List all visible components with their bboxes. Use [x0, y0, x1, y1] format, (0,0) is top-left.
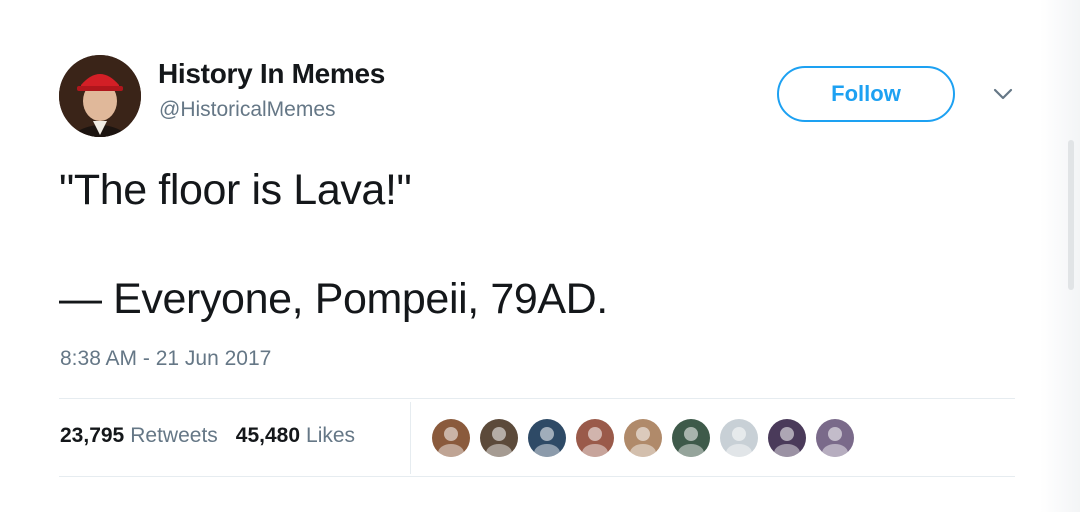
profile-avatar[interactable] [59, 55, 141, 137]
stats-divider-bottom [59, 476, 1015, 477]
likes-stat[interactable]: 45,480 Likes [236, 424, 355, 448]
user-avatar-icon [576, 419, 614, 457]
user-avatar-icon [528, 419, 566, 457]
retweets-stat[interactable]: 23,795 Retweets [60, 424, 218, 448]
likes-count: 45,480 [235, 424, 301, 447]
stats-divider-top [59, 398, 1015, 399]
retweets-count: 23,795 [60, 424, 125, 447]
liker-avatar-1[interactable] [430, 417, 472, 459]
user-avatar-icon [480, 419, 518, 457]
liker-avatar-6[interactable] [670, 417, 712, 459]
user-avatar-icon [816, 419, 854, 457]
page-edge-shade [1040, 0, 1080, 512]
tweet-stats: 23,795 Retweets 45,480 Likes [60, 424, 373, 448]
liker-avatar-9[interactable] [814, 417, 856, 459]
tweet-card: History In Memes @HistoricalMemes Follow… [0, 0, 1080, 512]
tweet-text-line-1: "The floor is Lava!" [59, 166, 412, 214]
user-avatar-icon [432, 419, 470, 457]
tweet-timestamp[interactable]: 8:38 AM - 21 Jun 2017 [60, 347, 271, 371]
retweets-label: Retweets [130, 424, 218, 447]
stats-vertical-divider [410, 402, 411, 474]
likes-label: Likes [306, 424, 356, 447]
liker-avatar-8[interactable] [766, 417, 808, 459]
liker-avatar-3[interactable] [526, 417, 568, 459]
chevron-down-icon[interactable] [992, 86, 1014, 102]
account-handle[interactable]: @HistoricalMemes [159, 98, 336, 122]
user-avatar-icon [672, 419, 710, 457]
scrollbar-thumb[interactable] [1068, 140, 1074, 290]
portrait-avatar-icon [59, 55, 141, 137]
tweet-text-line-2: — Everyone, Pompeii, 79AD. [59, 275, 608, 323]
liker-avatar-7[interactable] [718, 417, 760, 459]
liker-avatar-5[interactable] [622, 417, 664, 459]
liker-avatar-2[interactable] [478, 417, 520, 459]
user-avatar-icon [624, 419, 662, 457]
liker-avatars [430, 417, 862, 459]
follow-button[interactable]: Follow [777, 66, 955, 122]
user-avatar-icon [720, 419, 758, 457]
display-name[interactable]: History In Memes [158, 58, 385, 90]
user-avatar-icon [768, 419, 806, 457]
liker-avatar-4[interactable] [574, 417, 616, 459]
